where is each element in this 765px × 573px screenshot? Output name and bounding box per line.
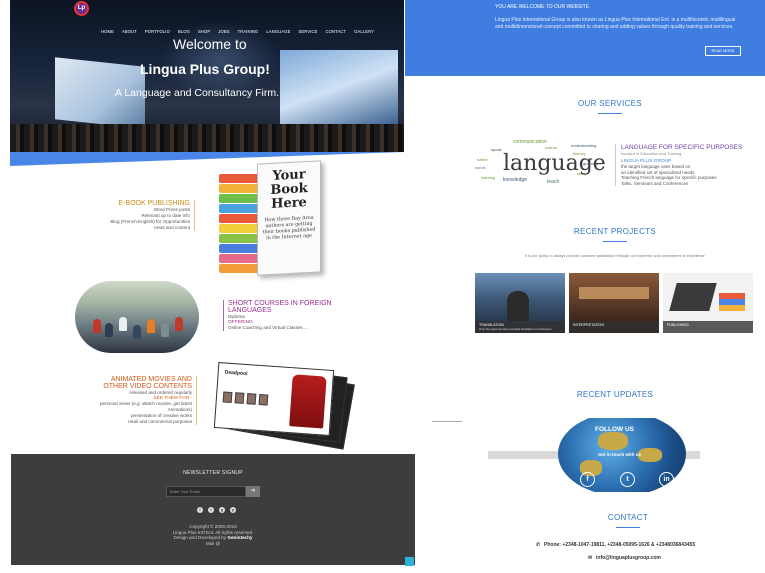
contact-rule bbox=[616, 527, 640, 528]
hero-accent-strip bbox=[10, 152, 404, 166]
nav-portfolio[interactable]: PORTFOLIO bbox=[142, 27, 173, 36]
animated-line: retail and commercial purposes bbox=[128, 419, 192, 424]
twitter-icon[interactable]: t bbox=[620, 472, 635, 487]
newsletter-submit-button[interactable]: ➔ bbox=[246, 486, 260, 497]
movie-posters-image: Deadpool bbox=[212, 362, 355, 450]
ebook-line: news and content bbox=[153, 225, 190, 230]
book-cover: Your Book Here How three Bay Area author… bbox=[257, 160, 321, 276]
lsp-sub: focused in Education and Training bbox=[621, 151, 682, 156]
offering-text: Online Coaching and Virtual Classes ... bbox=[228, 325, 308, 330]
page: Lp HOME ABOUT PORTFOLIO BLOG SHOP JOBS T… bbox=[0, 0, 765, 573]
mail-text[interactable]: Mail @ bbox=[11, 541, 415, 547]
mail-icon: ✉ bbox=[588, 555, 593, 561]
services-heading: OUR SERVICES bbox=[578, 99, 642, 108]
linkedin-icon[interactable]: in bbox=[659, 472, 674, 487]
stage-screen-right bbox=[280, 50, 398, 125]
copyright-block: Copyright © 2006-2018 Lingua Plus Int'l … bbox=[11, 524, 415, 546]
contact-heading: CONTACT bbox=[607, 513, 649, 522]
contact-phone: ✆ Phone: +2348-1047-19811, +2348-05095-16… bbox=[536, 542, 695, 548]
welcome-box: YOU ARE WELCOME TO OUR WEBSITE. Lingua P… bbox=[405, 0, 765, 76]
read-more-button[interactable]: READ MORE bbox=[705, 46, 741, 56]
lsp-line: Talks, Seminars and Conferences bbox=[621, 180, 689, 186]
project-card-translation[interactable]: TRANSLATION Over the years we have provi… bbox=[475, 273, 565, 333]
nav-contact[interactable]: CONTACT bbox=[323, 27, 350, 36]
welcome-box-desc: Lingua Plus International Group is also … bbox=[495, 17, 736, 30]
footer-social-icons: f t g p bbox=[197, 507, 236, 513]
nav-jobs[interactable]: JOBS bbox=[215, 27, 232, 36]
nav-shop[interactable]: SHOP bbox=[195, 27, 213, 36]
hero-banner: Lp HOME ABOUT PORTFOLIO BLOG SHOP JOBS T… bbox=[10, 0, 404, 152]
newsletter-footer: NEWSLETTER SIGNUP Enter Your Email ➔ f t… bbox=[11, 454, 415, 565]
facebook-icon[interactable]: f bbox=[580, 472, 595, 487]
main-nav: HOME ABOUT PORTFOLIO BLOG SHOP JOBS TRAI… bbox=[98, 27, 377, 36]
book-illustration: Your Book Here How three Bay Area author… bbox=[219, 160, 329, 280]
google-plus-icon[interactable]: g bbox=[219, 507, 225, 513]
lsp-block: LANGUAGE FOR SPECIFIC PURPOSES focused i… bbox=[615, 144, 755, 186]
hero-tagline: A Language and Consultancy Firm. bbox=[115, 87, 280, 99]
nav-blog[interactable]: BLOG bbox=[175, 27, 193, 36]
project-desc: Over the years we have provided translat… bbox=[479, 327, 552, 331]
short-courses-service: SHORT COURSES IN FOREIGN LANGUAGES Diplo… bbox=[223, 300, 333, 331]
pinterest-icon[interactable]: p bbox=[230, 507, 236, 513]
book-blurb: How three Bay Area authors are getting t… bbox=[262, 215, 316, 242]
designed-by-text: Design and Developed by bbox=[173, 535, 227, 541]
get-in-touch-text: Get in touch with us bbox=[598, 452, 641, 457]
ebook-service: E-BOOK PUBLISHING Word Press posts Relev… bbox=[100, 200, 195, 231]
developer-link[interactable]: Genintechy bbox=[227, 535, 252, 540]
hero-brand: Lingua Plus Group! bbox=[140, 61, 270, 77]
animated-title: ANIMATED MOVIES AND OTHER VIDEO CONTENTS bbox=[103, 376, 192, 390]
short-courses-title: SHORT COURSES IN FOREIGN LANGUAGES bbox=[228, 300, 332, 314]
ad-choices-icon[interactable] bbox=[405, 557, 414, 566]
nav-home[interactable]: HOME bbox=[98, 27, 117, 36]
project-caption: TRANSLATION Over the years we have provi… bbox=[475, 321, 565, 333]
project-label: PUBLISHING bbox=[667, 323, 689, 327]
movie-poster: Deadpool bbox=[213, 362, 335, 436]
updates-divider bbox=[432, 421, 462, 422]
ebook-title: E-BOOK PUBLISHING bbox=[118, 200, 190, 207]
nav-service[interactable]: SERVICE bbox=[296, 27, 321, 36]
contact-email: ✉ info@linguaplusgroup.com bbox=[588, 555, 661, 561]
projects-heading: RECENT PROJECTS bbox=[573, 227, 657, 236]
book-title: Your Book Here bbox=[270, 167, 308, 212]
audience-image bbox=[10, 124, 404, 152]
classroom-photo bbox=[75, 281, 199, 353]
newsletter-email-input[interactable]: Enter Your Email bbox=[166, 486, 246, 497]
email-link[interactable]: info@linguaplusgroup.com bbox=[596, 555, 661, 561]
nav-language[interactable]: LANGUAGE bbox=[263, 27, 293, 36]
newsletter-heading: NEWSLETTER SIGNUP bbox=[183, 470, 243, 476]
project-caption: PUBLISHING bbox=[663, 321, 753, 333]
follow-us-banner: FOLLOW US Get in touch with us f t in bbox=[488, 418, 700, 492]
facebook-icon[interactable]: f bbox=[197, 507, 203, 513]
twitter-icon[interactable]: t bbox=[208, 507, 214, 513]
project-label: INTERPRETATION bbox=[573, 323, 604, 327]
language-word-cloud: language native words communication cult… bbox=[475, 139, 606, 185]
site-logo[interactable]: Lp bbox=[74, 1, 89, 16]
animated-service: ANIMATED MOVIES AND OTHER VIDEO CONTENTS… bbox=[85, 376, 197, 425]
projects-intro: It is our policy to always provide custo… bbox=[525, 254, 705, 258]
project-caption: INTERPRETATION bbox=[569, 321, 659, 333]
phone-text: Phone: +2348-1047-19811, +2348-05095-162… bbox=[544, 542, 696, 548]
project-card-interpretation[interactable]: INTERPRETATION bbox=[569, 273, 659, 333]
projects-rule bbox=[603, 241, 627, 242]
project-card-publishing[interactable]: PUBLISHING bbox=[663, 273, 753, 333]
welcome-box-title: YOU ARE WELCOME TO OUR WEBSITE. bbox=[495, 4, 591, 10]
book-stack bbox=[219, 174, 261, 274]
hero-welcome: Welcome to bbox=[173, 36, 247, 52]
lsp-title: LANGUAGE FOR SPECIFIC PURPOSES bbox=[621, 144, 743, 151]
nav-about[interactable]: ABOUT bbox=[119, 27, 140, 36]
nav-training[interactable]: TRAINING bbox=[235, 27, 262, 36]
updates-heading: RECENT UPDATES bbox=[576, 390, 654, 399]
phone-icon: ✆ bbox=[536, 542, 541, 548]
services-rule bbox=[598, 113, 622, 114]
follow-us-text: FOLLOW US bbox=[595, 426, 634, 433]
nav-gallery[interactable]: GALLERY bbox=[351, 27, 377, 36]
